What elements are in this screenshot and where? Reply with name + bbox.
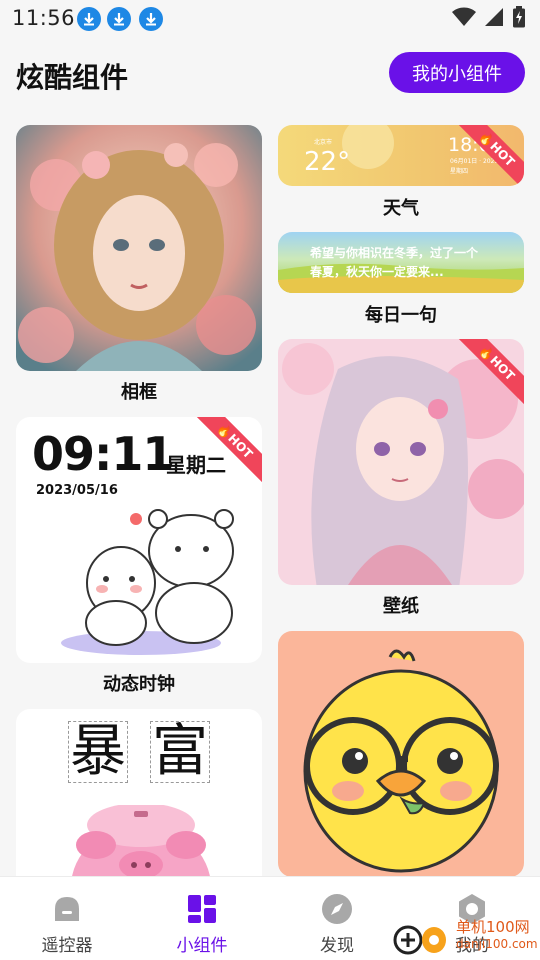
nav-widgets-label: 小组件 [176,936,228,956]
nav-widgets[interactable]: 小组件 [147,889,257,956]
calligraphy-char-2: 富 [150,719,210,784]
yellow-duck-image [303,649,499,873]
clock-time: 09:11 [32,427,174,481]
calligraphy-card[interactable]: 暴 富 [16,709,262,876]
daily-quote-label: 每日一句 [365,305,437,326]
clock-date: 2023/05/16 [36,483,118,498]
site-watermark: 单机100网 danji100.com [392,912,540,960]
watermark-logo-icon [393,925,446,955]
hot-badge: 🔥HOT [454,125,524,186]
wallpaper-label: 壁纸 [383,596,419,617]
dynamic-clock-label: 动态时钟 [103,674,175,695]
weather-label: 天气 [383,198,419,219]
quote-line-1: 希望与你相识在冬季，过了一个 [310,246,479,260]
weather-card[interactable]: 北京市 22° 18:01 06月01日 · 2023 星期四 🔥HOT [278,125,524,186]
dynamic-clock-card[interactable]: 09:11 星期二 2023/05/16 🔥HOT [16,417,262,663]
nav-discover-label: 发现 [320,936,354,956]
hot-badge: 🔥HOT [454,339,524,409]
weather-location: 北京市 [314,139,333,146]
piggy-bank-image [72,805,210,876]
wallpaper-card[interactable]: 🔥HOT [278,339,524,585]
quote-line-2: 春夏，秋天你一定要来... [310,265,444,279]
nav-discover[interactable]: 发现 [282,889,392,956]
photo-frame-label: 相框 [121,382,157,403]
hot-badge: 🔥HOT [192,417,262,487]
watermark-line-1: 单机100网 [456,918,530,936]
daily-quote-card[interactable]: 希望与你相识在冬季，过了一个 春夏，秋天你一定要来... [278,232,524,293]
widget-grid: 相框 北京市 22° 18:01 06月01日 · 2023 星期四 🔥HOT … [0,0,540,876]
cartoon-bears-image [61,509,234,655]
widgets-icon [188,895,216,923]
watermark-line-2: danji100.com [456,937,538,951]
weather-temperature: 22° [304,147,351,177]
nav-remote-label: 遥控器 [41,936,93,956]
compass-icon [322,894,352,924]
nav-remote[interactable]: 遥控器 [12,889,122,956]
calligraphy-char-1: 暴 [68,719,128,784]
duck-card[interactable] [278,631,524,876]
anime-girl-flowers-image [16,125,262,371]
photo-frame-card[interactable] [16,125,262,371]
remote-icon [55,897,79,921]
